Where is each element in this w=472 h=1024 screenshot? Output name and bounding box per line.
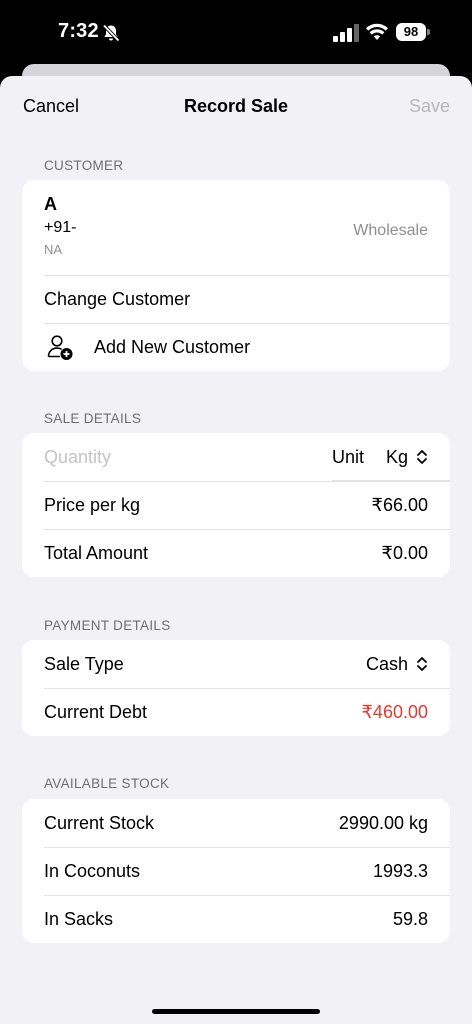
sacks-label: In Sacks (44, 908, 114, 929)
coconuts-row: In Coconuts 1993.3 (22, 847, 450, 895)
customer-name: A (44, 194, 57, 214)
chevron-up-down-icon (417, 657, 427, 671)
battery-level: 98 (396, 23, 426, 41)
unit-picker[interactable]: Unit Kg (332, 433, 450, 481)
available-stock-card: Current Stock 2990.00 kg In Coconuts 199… (22, 799, 450, 943)
navigation-bar: Cancel Record Sale Save (0, 76, 472, 138)
battery-icon: 98 (396, 23, 430, 41)
total-label: Total Amount (44, 542, 149, 563)
customer-type: Wholesale (353, 222, 428, 239)
status-time: 7:32 (58, 20, 99, 42)
add-new-customer-button[interactable]: Add New Customer (22, 323, 450, 371)
cellular-signal-icon (333, 24, 359, 42)
price-per-kg-row[interactable]: Price per kg ₹66.00 (22, 481, 450, 529)
customer-card: A +91- NA Wholesale Change Customer Add … (22, 180, 450, 371)
customer-section-header: CUSTOMER (44, 158, 124, 173)
current-debt-row: Current Debt ₹460.00 (22, 688, 450, 736)
unit-label: Unit (332, 446, 365, 467)
status-bar: 7:32 98 (0, 0, 472, 64)
sale-type-picker[interactable]: Sale Type Cash (22, 640, 450, 688)
chevron-up-down-icon (417, 450, 427, 464)
wifi-icon (366, 23, 388, 40)
payment-details-section-header: PAYMENT DETAILS (44, 618, 171, 633)
sale-type-value: Cash (365, 653, 408, 674)
bell-slash-icon (102, 24, 120, 42)
stock-value: 2990.00 kg (338, 812, 428, 833)
battery-tip (427, 29, 430, 35)
total-amount-row: Total Amount ₹0.00 (22, 529, 450, 577)
current-stock-row: Current Stock 2990.00 kg (22, 799, 450, 847)
sale-type-label: Sale Type (44, 653, 124, 674)
sale-details-section-header: SALE DETAILS (44, 411, 142, 426)
page-title: Record Sale (183, 96, 289, 116)
stock-label: Current Stock (44, 812, 155, 833)
sale-details-card: Quantity Unit Kg Price per kg ₹66.00 Tot… (22, 433, 450, 577)
sacks-value: 59.8 (392, 908, 428, 929)
price-label: Price per kg (44, 494, 141, 515)
price-value: ₹66.00 (371, 494, 429, 515)
debt-label: Current Debt (44, 701, 148, 722)
add-new-customer-label: Add New Customer (94, 336, 251, 357)
person-add-icon (47, 335, 73, 360)
home-indicator[interactable] (152, 1009, 320, 1014)
record-sale-sheet: Cancel Record Sale Save CUSTOMER A +91- … (0, 76, 472, 1024)
customer-city: NA (44, 242, 63, 257)
available-stock-section-header: AVAILABLE STOCK (44, 776, 170, 791)
coconuts-value: 1993.3 (372, 860, 428, 881)
change-customer-button[interactable]: Change Customer (22, 275, 450, 323)
payment-details-card: Sale Type Cash Current Debt ₹460.00 (22, 640, 450, 736)
sacks-row: In Sacks 59.8 (22, 895, 450, 943)
unit-value: Kg (386, 446, 409, 467)
debt-value: ₹460.00 (361, 701, 428, 722)
quantity-row: Quantity Unit Kg (22, 433, 450, 481)
save-button[interactable]: Save (409, 96, 450, 117)
total-value: ₹0.00 (381, 542, 429, 563)
selected-customer[interactable]: A +91- NA Wholesale (22, 180, 450, 275)
coconuts-label: In Coconuts (44, 860, 141, 881)
change-customer-label: Change Customer (44, 288, 191, 309)
